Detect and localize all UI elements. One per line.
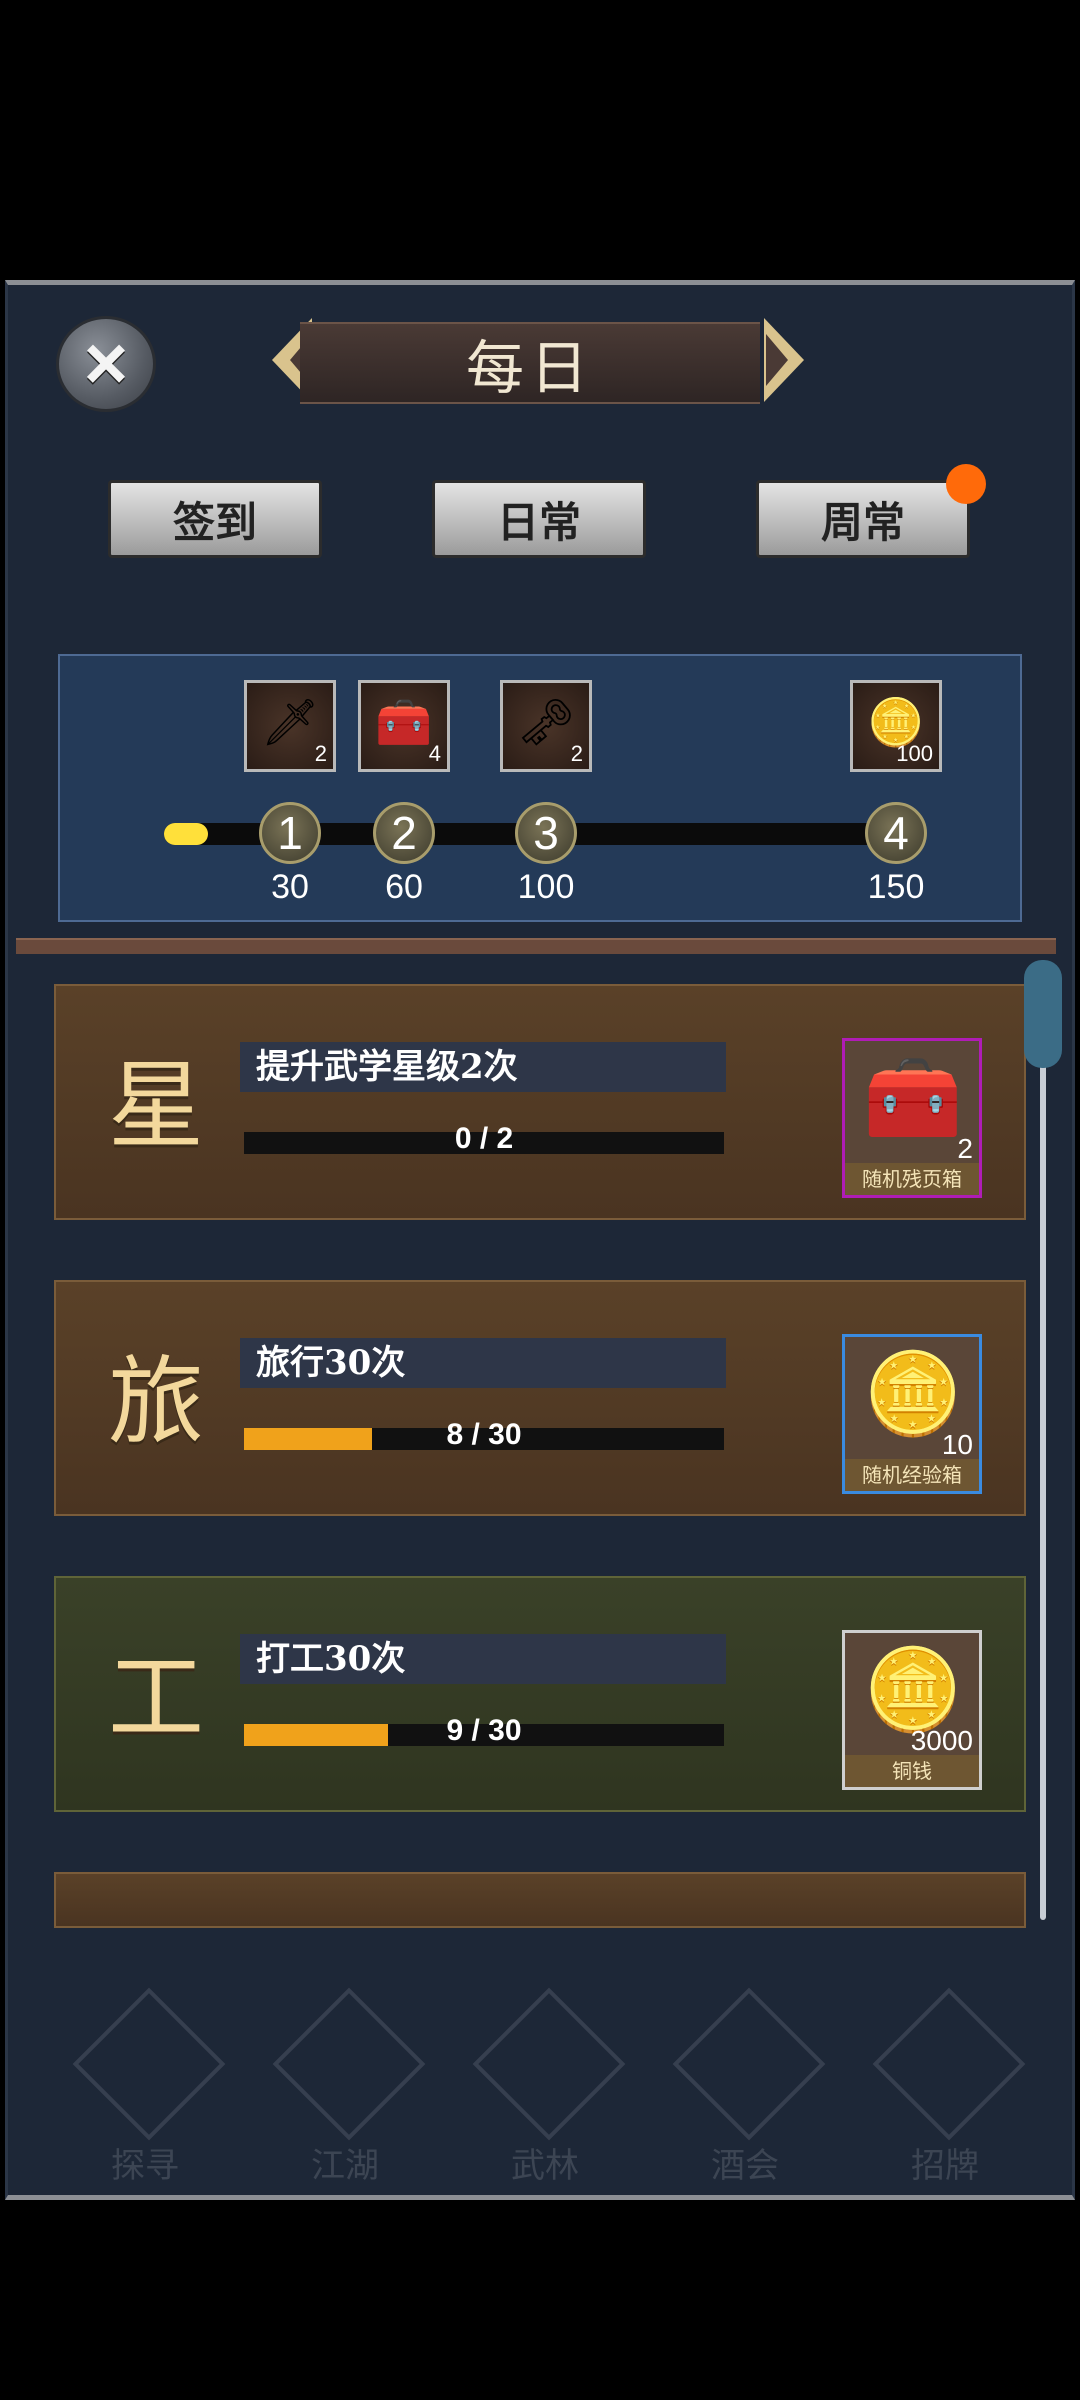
task-char: 工: [108, 1642, 204, 1754]
nav-item-banquet[interactable]: 酒会: [660, 1987, 830, 2186]
close-icon: ×: [83, 321, 129, 406]
signboard-icon: [872, 1987, 1026, 2141]
tab-signin[interactable]: 签到: [108, 480, 322, 558]
task-card-star: 星 提升武学星级2次 0 / 2 🧰 2 随机残页箱: [54, 984, 1026, 1220]
task-progress-text: 8 / 30: [446, 1418, 522, 1451]
scrollbar-track[interactable]: [1040, 1000, 1046, 1920]
chest-icon: 🧰: [375, 696, 433, 748]
wulin-icon: [472, 1987, 626, 2141]
notification-dot: [946, 464, 986, 504]
task-reward[interactable]: 🧰 2 随机残页箱: [842, 1038, 982, 1198]
milestone-node-4: 4: [865, 802, 927, 864]
reward-count: 2: [314, 741, 327, 766]
task-title: 打工30次: [240, 1634, 726, 1684]
bottom-nav: 探寻 江湖 武林 酒会 招牌: [20, 1987, 1060, 2186]
page-title: 每日: [465, 334, 594, 402]
nav-label: 探寻: [111, 2146, 179, 2186]
task-title: 提升武学星级2次: [240, 1042, 726, 1092]
task-reward[interactable]: 🪙 10 随机经验箱: [842, 1334, 982, 1494]
jade-chest-icon: 🪙: [863, 1349, 963, 1438]
milestone-reward-3[interactable]: 🗝 2: [500, 680, 592, 772]
nav-item-signboard[interactable]: 招牌: [860, 1987, 1030, 2186]
milestone-node-3: 3: [515, 802, 577, 864]
milestone-value-3: 100: [517, 868, 575, 906]
tab-daily[interactable]: 日常: [432, 480, 646, 558]
task-reward[interactable]: 🪙 3000 铜钱: [842, 1630, 982, 1790]
reward-count: 100: [896, 741, 933, 766]
section-divider: [16, 938, 1056, 954]
nav-item-explore[interactable]: 探寻: [60, 1987, 230, 2186]
nav-label: 招牌: [911, 2146, 979, 2186]
copper-coins-icon: 🪙: [863, 1645, 963, 1734]
scrollbar-thumb[interactable]: [1024, 960, 1062, 1068]
jianghu-icon: [272, 1987, 426, 2141]
staff-icon: 🗡: [261, 696, 320, 748]
task-char: 星: [108, 1050, 204, 1162]
task-card-work: 工 打工30次 9 / 30 🪙 3000 铜钱: [54, 1576, 1026, 1812]
task-progress-text: 9 / 30: [446, 1714, 522, 1747]
nav-label: 酒会: [711, 2146, 779, 2186]
task-reward-label: 铜钱: [845, 1755, 979, 1787]
nav-label: 武林: [511, 2146, 579, 2186]
milestone-value-1: 30: [271, 868, 309, 906]
task-reward-count: 3000: [910, 1725, 973, 1756]
milestone-node-1: 1: [259, 802, 321, 864]
task-progress-text: 0 / 2: [454, 1122, 514, 1155]
task-reward-count: 10: [941, 1429, 973, 1460]
milestone-reward-1[interactable]: 🗡 2: [244, 680, 336, 772]
title-banner: 每日: [300, 322, 760, 404]
task-reward-label: 随机残页箱: [845, 1163, 979, 1195]
task-card-travel: 旅 旅行30次 8 / 30 🪙 10 随机经验箱: [54, 1280, 1026, 1516]
gold-chest-icon: 🧰: [863, 1053, 963, 1142]
milestone-reward-4[interactable]: 🪙 100: [850, 680, 942, 772]
milestone-value-4: 150: [867, 868, 925, 906]
nav-item-jianghu[interactable]: 江湖: [260, 1987, 430, 2186]
milestone-progress-fill: [164, 823, 208, 845]
key-icon: 🗝: [517, 696, 576, 748]
milestone-reward-2[interactable]: 🧰 4: [358, 680, 450, 772]
milestone-node-2: 2: [373, 802, 435, 864]
milestone-value-2: 60: [385, 868, 423, 906]
tab-weekly[interactable]: 周常: [756, 480, 970, 558]
next-arrow-inner: [766, 334, 788, 386]
task-char: 旅: [108, 1346, 204, 1458]
explore-icon: [72, 1987, 226, 2141]
task-reward-count: 2: [957, 1133, 973, 1164]
banquet-icon: [672, 1987, 826, 2141]
task-title: 旅行30次: [240, 1338, 726, 1388]
reward-count: 4: [428, 741, 441, 766]
reward-count: 2: [570, 741, 583, 766]
close-button[interactable]: ×: [56, 316, 156, 412]
task-card-partial: [54, 1872, 1026, 1928]
nav-item-wulin[interactable]: 武林: [460, 1987, 630, 2186]
task-reward-label: 随机经验箱: [845, 1459, 979, 1491]
nav-label: 江湖: [311, 2146, 379, 2186]
